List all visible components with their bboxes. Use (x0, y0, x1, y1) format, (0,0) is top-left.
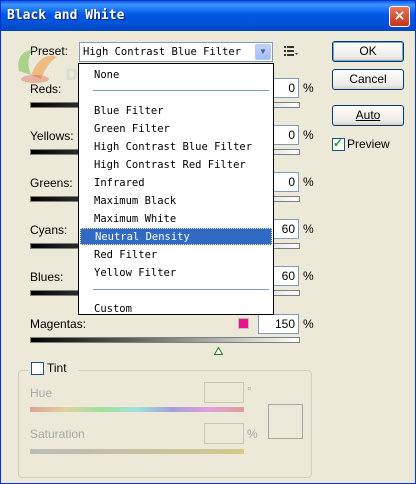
magentas-label: Magentas: (30, 317, 87, 331)
magentas-unit: % (303, 317, 314, 331)
cyans-unit: % (303, 222, 314, 236)
preset-dropdown-list: None Blue Filter Green Filter High Contr… (78, 63, 274, 315)
dropdown-item[interactable]: Maximum Black (80, 193, 272, 210)
cyans-label: Cyans: (30, 223, 68, 237)
magenta-swatch (238, 318, 249, 329)
dropdown-item[interactable]: High Contrast Red Filter (80, 157, 272, 174)
saturation-unit: % (247, 427, 258, 441)
dropdown-item[interactable]: Blue Filter (80, 103, 272, 120)
auto-button[interactable]: Auto (332, 105, 404, 126)
window-title: Black and White (7, 8, 125, 23)
hue-slider (30, 407, 244, 412)
saturation-label: Saturation (30, 427, 85, 441)
hue-label: Hue (30, 386, 53, 400)
preset-label: Preset: (30, 44, 69, 58)
dropdown-item[interactable]: Yellow Filter (80, 265, 272, 282)
saturation-input (204, 423, 244, 444)
dropdown-item[interactable]: Infrared (80, 175, 272, 192)
preview-checkbox[interactable]: ✓ (332, 136, 345, 151)
dropdown-item[interactable]: High Contrast Blue Filter (80, 139, 272, 156)
black-and-white-dialog: Black and White × Preset: High Contrast … (0, 0, 416, 484)
yellows-label: Yellows: (30, 129, 74, 143)
dropdown-separator (93, 90, 269, 91)
list-options-icon[interactable] (284, 45, 298, 57)
reds-label: Reds: (30, 82, 62, 96)
preset-value: High Contrast Blue Filter (83, 46, 242, 58)
preset-select[interactable]: High Contrast Blue Filter ▼ (79, 42, 273, 62)
magentas-slider[interactable] (30, 337, 300, 343)
yellows-unit: % (303, 128, 314, 142)
chevron-down-icon[interactable]: ▼ (255, 44, 271, 60)
hue-input (204, 382, 244, 403)
dropdown-item[interactable]: Green Filter (80, 121, 272, 138)
hue-unit: ° (247, 384, 252, 398)
blues-label: Blues: (30, 270, 64, 284)
reds-unit: % (303, 81, 314, 95)
saturation-slider (30, 449, 244, 454)
cancel-button[interactable]: Cancel (332, 69, 404, 90)
greens-unit: % (303, 175, 314, 189)
dropdown-item[interactable]: Maximum White (80, 211, 272, 228)
blues-unit: % (303, 269, 314, 283)
preview-label[interactable]: Preview (347, 137, 390, 151)
close-icon: × (393, 8, 406, 24)
tint-label[interactable]: Tint (47, 361, 67, 375)
dropdown-separator (93, 289, 269, 290)
checkmark-icon: ✓ (333, 136, 344, 150)
title-bar[interactable]: Black and White × (1, 1, 415, 31)
dropdown-item-none[interactable]: None (80, 67, 272, 84)
tint-color-swatch (268, 404, 303, 439)
close-button[interactable]: × (389, 6, 410, 27)
magentas-slider-thumb[interactable] (213, 344, 224, 355)
ok-button[interactable]: OK (332, 41, 404, 62)
dropdown-item[interactable]: Red Filter (80, 247, 272, 264)
dropdown-item-custom[interactable]: Custom (80, 301, 272, 318)
dropdown-item-selected[interactable]: Neutral Density (80, 228, 272, 245)
greens-label: Greens: (30, 176, 73, 190)
tint-checkbox[interactable] (31, 362, 44, 375)
auto-button-label: Auto (355, 108, 381, 122)
